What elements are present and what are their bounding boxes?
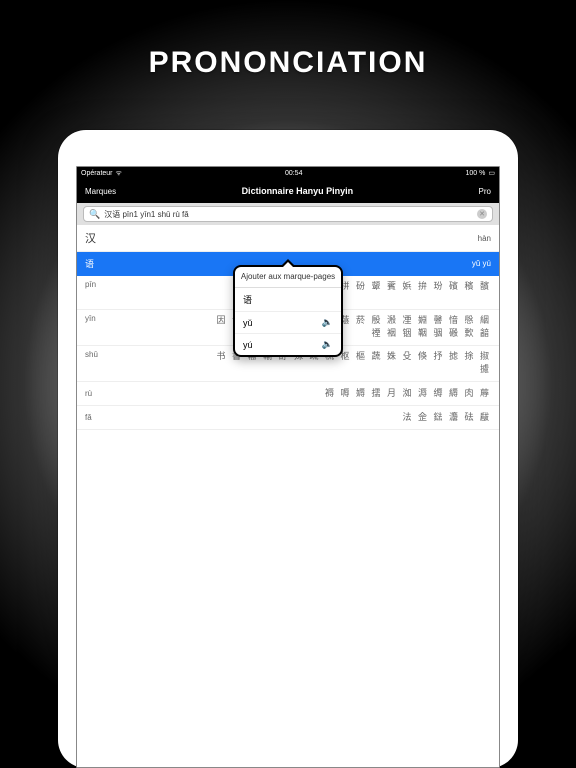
popover-item-label: yú	[243, 340, 253, 350]
row-pinyin-label: shū	[85, 350, 98, 359]
row-chars: 法 佱 鍅 灋 砝 瞂	[402, 411, 491, 424]
search-icon: 🔍	[89, 209, 100, 220]
app-screen: Opérateur ᯤ 00:54 100 % ▭ Marques Dictio…	[76, 166, 500, 768]
popover-title: Ajouter aux marque-pages	[235, 267, 341, 288]
popover-item-yu3[interactable]: yǔ 🔈	[235, 312, 341, 334]
speaker-icon[interactable]: 🔈	[322, 317, 333, 328]
nav-back-button[interactable]: Marques	[85, 187, 116, 196]
header-hanzi: 汉	[85, 230, 98, 246]
search-input[interactable]: 🔍 汉语 pīn1 yīn1 shū rù fǎ ✕	[83, 206, 493, 222]
nav-title: Dictionnaire Hanyu Pinyin	[242, 186, 354, 196]
wifi-icon: ᯤ	[116, 169, 122, 178]
selected-hanzi: 语	[85, 257, 96, 270]
row-pinyin-label: yīn	[85, 314, 96, 323]
row-pinyin-label: rù	[85, 389, 92, 398]
selected-pinyin: yǔ yú	[472, 259, 491, 268]
status-bar: Opérateur ᯤ 00:54 100 % ▭	[77, 167, 499, 179]
nav-bar: Marques Dictionnaire Hanyu Pinyin Pro	[77, 179, 499, 203]
row-chars: 拼 砏 颦 薲 娦 拚 玢 礗 穦 馪	[340, 280, 491, 293]
result-row-ru[interactable]: rù 褥 嗕 媷 擩 月 洳 溽 缛 縟 肉 蓐	[77, 382, 499, 406]
header-pinyin: hàn	[478, 234, 491, 243]
result-header-row[interactable]: 汉 hàn	[77, 225, 499, 252]
battery-icon: ▭	[488, 169, 495, 177]
clear-search-button[interactable]: ✕	[477, 209, 487, 219]
search-bar: 🔍 汉语 pīn1 yīn1 shū rù fǎ ✕	[77, 203, 499, 225]
popover-item-label: 语	[243, 293, 252, 306]
tablet-frame: Opérateur ᯤ 00:54 100 % ▭ Marques Dictio…	[58, 130, 518, 768]
popover-item-hanzi[interactable]: 语	[235, 288, 341, 312]
speaker-icon[interactable]: 🔈	[322, 339, 333, 350]
battery-pct: 100 %	[466, 170, 486, 177]
nav-pro-button[interactable]: Pro	[479, 187, 491, 196]
clock: 00:54	[285, 170, 303, 177]
result-row-fa[interactable]: fǎ 法 佱 鍅 灋 砝 瞂	[77, 406, 499, 430]
popover-item-yu2[interactable]: yú 🔈	[235, 334, 341, 355]
promo-title: PRONONCIATION	[0, 46, 576, 80]
popover-item-label: yǔ	[243, 318, 253, 328]
row-pinyin-label: pīn	[85, 280, 96, 289]
row-chars: 褥 嗕 媷 擩 月 洳 溽 缛 縟 肉 蓐	[325, 387, 491, 400]
bookmark-popover: Ajouter aux marque-pages 语 yǔ 🔈 yú 🔈	[233, 265, 343, 357]
row-pinyin-label: fǎ	[85, 413, 92, 422]
carrier-label: Opérateur	[81, 170, 113, 177]
search-query-text: 汉语 pīn1 yīn1 shū rù fǎ	[104, 209, 473, 220]
